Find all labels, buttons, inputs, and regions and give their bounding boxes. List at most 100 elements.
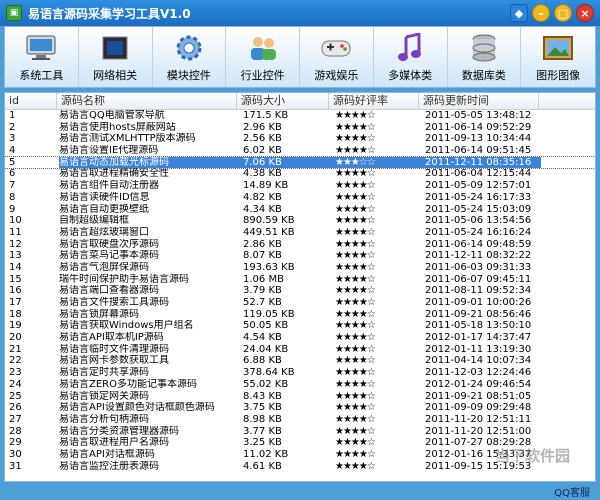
table-row[interactable]: 27 易语言分析句柄源码 8.98 KB ★★★★☆ 2011-11-20 12:51:… <box>5 414 595 426</box>
row-size: 3.77 KB <box>243 425 282 437</box>
row-size: 171.5 KB <box>243 110 289 121</box>
table-row[interactable]: 7 易语言组件自动注册器 14.89 KB ★★★★☆ 2011-05-09 12:57… <box>5 180 595 192</box>
table-row[interactable]: 4 易语言设置IE代理源码 6.02 KB ★★★★☆ 2011-06-14 09:51… <box>5 145 595 157</box>
tool-database[interactable]: 数据库类 <box>448 27 522 87</box>
tool-label: 行业控件 <box>240 69 285 82</box>
row-size: 14.89 KB <box>243 180 289 192</box>
row-rating: ★★★★☆ <box>335 203 376 215</box>
row-updated: 2012-01-11 13:19:30 <box>425 343 532 355</box>
row-id: 14 <box>9 261 22 273</box>
people-icon <box>246 33 280 63</box>
tool-network[interactable]: 网络相关 <box>79 27 153 87</box>
table-row[interactable]: 25 易语言锁定网关源码 8.43 KB ★★★★☆ 2011-09-21 08:51:… <box>5 391 595 403</box>
row-size: 24.04 KB <box>243 343 289 355</box>
column-header-name[interactable]: 源码名称 <box>57 93 237 109</box>
row-name: 易语言分类资源管理器源码 <box>59 425 179 437</box>
row-updated: 2011-05-24 15:03:09 <box>425 203 532 215</box>
column-header-id[interactable]: id <box>5 93 57 109</box>
row-name: 易语言监控注册表源码 <box>59 460 159 472</box>
table-row[interactable]: 13 易语言菜鸟记事本源码 8.07 KB ★★★★☆ 2011-12-11 08:32… <box>5 250 595 262</box>
row-name: 易语言取硬盘次序源码 <box>59 238 159 250</box>
row-size: 1.06 MB <box>243 273 284 285</box>
table-row[interactable]: 3 易语言测试XMLHTTP版本源码 2.56 KB ★★★★☆ 2011-09-13 … <box>5 133 595 145</box>
row-rating: ★★★★☆ <box>335 191 376 203</box>
row-updated: 2011-06-14 09:51:45 <box>425 145 532 157</box>
row-size: 3.79 KB <box>243 285 282 297</box>
row-size: 4.34 KB <box>243 203 282 215</box>
row-id: 23 <box>9 367 22 379</box>
row-rating: ★★★★☆ <box>335 215 376 227</box>
table-row[interactable]: 17 易语言文件搜索工具源码 52.7 KB ★★★★☆ 2011-09-01 10:0… <box>5 297 595 309</box>
minimize-button[interactable]: – <box>532 4 550 22</box>
table-row[interactable]: 26 易语言API设置颜色对话框颜色源码 3.75 KB ★★★★☆ 2011-09-0… <box>5 402 595 414</box>
table-row[interactable]: 14 易语言气泡屏保源码 193.63 KB ★★★★☆ 2011-06-03 09:3… <box>5 262 595 274</box>
row-size: 6.02 KB <box>243 145 282 157</box>
source-code-list[interactable]: id 源码名称 源码大小 源码好评率 源码更新时间 1 易语言QQ电脑管家导航 17… <box>4 92 596 482</box>
table-row[interactable]: 11 易语言超炫玻璃窗口 449.51 KB ★★★★☆ 2011-05-24 16:1… <box>5 227 595 239</box>
maximize-button[interactable]: □ <box>554 4 572 22</box>
table-row[interactable]: 22 易语言网卡参数获取工具 6.88 KB ★★★★☆ 2011-04-14 10:0… <box>5 355 595 367</box>
close-button[interactable]: × <box>576 4 594 22</box>
row-rating: ★★★☆☆ <box>331 156 421 169</box>
column-header-size[interactable]: 源码大小 <box>237 93 329 109</box>
skin-icon[interactable]: ◆ <box>510 4 528 22</box>
table-row[interactable]: 20 易语言API取本机IP源码 4.54 KB ★★★★☆ 2012-01-17 14… <box>5 332 595 344</box>
qq-support-link[interactable]: QQ客服 <box>554 484 590 499</box>
table-row[interactable]: 16 易语言端口查看器源码 3.79 KB ★★★★☆ 2011-08-11 09:52… <box>5 285 595 297</box>
row-name: 易语言设置IE代理源码 <box>59 145 159 157</box>
tool-graphics[interactable]: 图形图像 <box>521 27 595 87</box>
tool-modules[interactable]: 模块控件 <box>153 27 227 87</box>
table-row[interactable]: 2 易语言使用hosts屏蔽网站 2.96 KB ★★★★☆ 2011-06-14 09… <box>5 122 595 134</box>
row-updated: 2011-09-09 09:29:48 <box>425 402 532 414</box>
table-row[interactable]: 19 易语言获取Windows用户组名 50.05 KB ★★★★☆ 2011-05-1… <box>5 320 595 332</box>
row-updated: 2011-09-21 08:51:05 <box>425 390 532 402</box>
table-row[interactable]: 8 易语言读硬件ID信息 4.82 KB ★★★★☆ 2011-05-24 16:17:… <box>5 192 595 204</box>
row-rating: ★★★★☆ <box>335 402 376 414</box>
column-header-updated[interactable]: 源码更新时间 <box>419 93 539 109</box>
row-size: 449.51 KB <box>243 226 295 238</box>
column-header-rating[interactable]: 源码好评率 <box>329 93 419 109</box>
tool-multimedia[interactable]: 多媒体类 <box>374 27 448 87</box>
table-row[interactable]: 18 易语言锁屏幕源码 119.05 KB ★★★★☆ 2011-09-21 08:56… <box>5 309 595 321</box>
row-name: 易语言菜鸟记事本源码 <box>59 250 159 262</box>
table-row[interactable]: 9 易语言自动更换壁纸 4.34 KB ★★★★☆ 2011-05-24 15:03:0… <box>5 204 595 216</box>
table-row[interactable]: 15 瑞牛时间保护助手易语言源码 1.06 MB ★★★★☆ 2011-06-07 09… <box>5 274 595 286</box>
row-rating: ★★★★☆ <box>335 261 376 273</box>
row-id: 28 <box>9 425 22 437</box>
table-row[interactable]: 21 易语言临时文件清理源码 24.04 KB ★★★★☆ 2012-01-11 13:… <box>5 344 595 356</box>
tool-system[interactable]: 系统工具 <box>5 27 79 87</box>
title-bar[interactable]: ▣ 易语言源码采集学习工具V1.0 ◆ – □ × <box>0 0 600 26</box>
table-row[interactable]: 12 易语言取硬盘次序源码 2.86 KB ★★★★☆ 2011-06-14 09:48… <box>5 239 595 251</box>
row-name: 易语言定时共享源码 <box>59 367 149 379</box>
row-name: 易语言端口查看器源码 <box>59 285 159 297</box>
table-row[interactable]: 1 易语言QQ电脑管家导航 171.5 KB ★★★★☆ 2011-05-05 13:4… <box>5 110 595 122</box>
row-name: 易语言QQ电脑管家导航 <box>59 110 165 121</box>
table-row[interactable]: 5 易语言动态加载光标源码 7.06 KB ★★★☆☆ 2011-12-11 08:35… <box>5 155 595 170</box>
row-size: 52.7 KB <box>243 297 282 308</box>
row-name: 易语言文件搜索工具源码 <box>59 297 169 308</box>
tool-label: 图形图像 <box>536 69 581 82</box>
row-id: 2 <box>9 121 16 133</box>
row-rating: ★★★★☆ <box>335 390 376 402</box>
tool-label: 游戏娱乐 <box>314 69 359 82</box>
table-row[interactable]: 6 易语言取进程精确安全性 4.38 KB ★★★★☆ 2011-06-04 12:15… <box>5 168 595 180</box>
row-name: 易语言分析句柄源码 <box>59 413 149 425</box>
row-rating: ★★★★☆ <box>335 238 376 250</box>
tool-industry[interactable]: 行业控件 <box>226 27 300 87</box>
row-size: 2.96 KB <box>243 121 282 133</box>
table-row[interactable]: 23 易语言定时共享源码 378.64 KB ★★★★☆ 2011-12-03 12:2… <box>5 367 595 379</box>
tool-games[interactable]: 游戏娱乐 <box>300 27 374 87</box>
row-name: 瑞牛时间保护助手易语言源码 <box>59 273 189 285</box>
row-id: 13 <box>9 250 22 262</box>
table-row[interactable]: 24 易语言ZERO多功能记事本源码 55.02 KB ★★★★☆ 2012-01-24… <box>5 379 595 391</box>
row-rating: ★★★★☆ <box>335 121 376 133</box>
tool-label: 多媒体类 <box>388 69 433 82</box>
picture-icon <box>541 33 575 63</box>
table-row[interactable]: 10 自制超级编辑框 890.59 KB ★★★★☆ 2011-05-06 13:54:… <box>5 215 595 227</box>
row-size: 193.63 KB <box>243 261 295 273</box>
row-rating: ★★★★☆ <box>335 145 376 157</box>
table-row[interactable]: 28 易语言分类资源管理器源码 3.77 KB ★★★★☆ 2011-11-20 12:… <box>5 426 595 438</box>
category-toolbar: 系统工具 网络相关 模块控件 行业控件 游戏娱乐 多媒体类 数据库类 图形图像 <box>4 26 596 88</box>
row-name: 易语言气泡屏保源码 <box>59 261 149 273</box>
row-id: 26 <box>9 402 22 414</box>
